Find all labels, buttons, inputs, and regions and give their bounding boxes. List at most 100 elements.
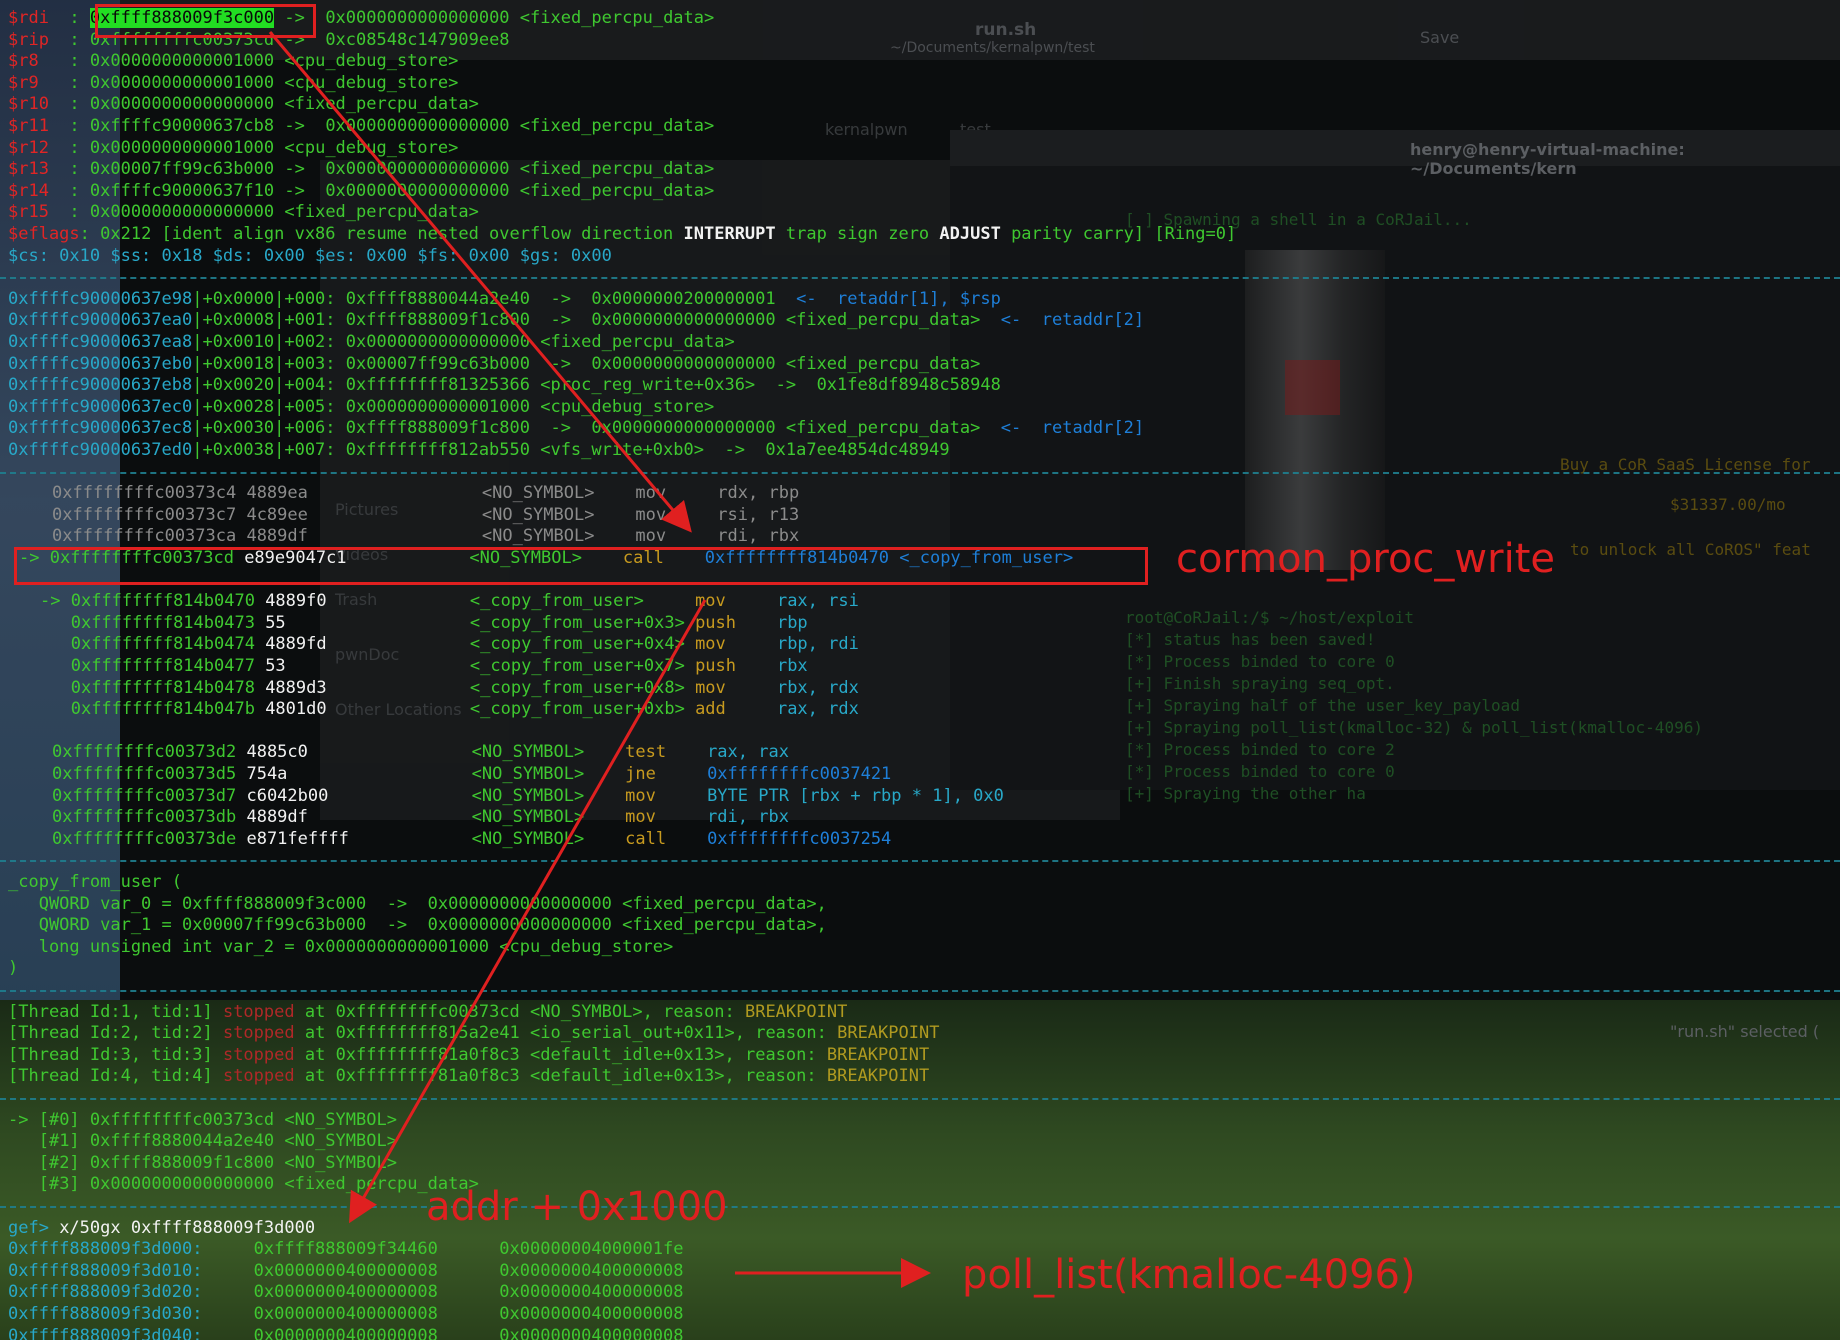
code-address: 0xffffffff814b0474	[70, 634, 266, 654]
register-value: 0xffffc90000637cb8	[89, 116, 275, 136]
thread-address: 0xffffffff81a0f8c3 <default_idle+0x13>	[335, 1045, 725, 1065]
stack-address: 0xffffc90000637eb8	[8, 375, 193, 395]
code-address: 0xffffffffc00373c4 4889ea	[52, 483, 482, 503]
stack-row: 0xffffc90000637eb8|+0x0020|+004: 0xfffff…	[8, 374, 1001, 396]
register-colon: :	[48, 51, 90, 71]
thread-state: stopped	[222, 1023, 295, 1043]
code-operands: rdi, rbx	[707, 807, 789, 827]
code-address: 0xffffffff814b0470	[70, 591, 266, 611]
thread-state: stopped	[222, 1002, 295, 1022]
function-arguments-row: _copy_from_user (	[8, 871, 182, 893]
frame-index: [#2]	[38, 1153, 80, 1173]
backtrace-row: [#2] 0xffff888009f1c800 <NO_SYMBOL>	[8, 1152, 397, 1174]
code-operands: 0xffffffffc0037254	[707, 829, 892, 849]
memory-address: 0xffff888009f3d030:	[8, 1304, 254, 1324]
memory-qword: 0x0000000400000008	[499, 1282, 684, 1302]
code-row-prior: 0xffffffffc00373c7 4c89ee <NO_SYMBOL> mo…	[52, 504, 799, 526]
memory-address: 0xffff888009f3d000:	[8, 1239, 254, 1259]
thread-reason: BREAKPOINT	[826, 1045, 930, 1065]
memory-qword: 0x0000000400000008	[499, 1326, 684, 1340]
code-operands: rsi, r13	[717, 505, 800, 525]
eflags-flags-mid: trap sign zero	[775, 224, 940, 244]
section-separator	[0, 990, 1840, 992]
register-value: 0xffffc90000637f10	[89, 181, 275, 201]
code-address: 0xffffffffc00373d2	[52, 742, 247, 762]
thread-state: stopped	[222, 1066, 295, 1086]
code-address: 0xffffffff814b0473	[70, 613, 266, 633]
thread-at: at	[294, 1023, 336, 1043]
thread-id: [Thread Id:2, tid:2]	[8, 1023, 213, 1043]
function-arguments-row: )	[8, 957, 18, 979]
rdi-highlight-box	[95, 4, 316, 38]
eflags-interrupt: INTERRUPT	[683, 224, 776, 244]
code-row-following: 0xffffffffc00373d7 c6042b00 <NO_SYMBOL> …	[52, 785, 1004, 807]
code-address: 0xffffffff814b0477	[70, 656, 266, 676]
stack-value: 0xffff888009f1c800 -> 0x0000000000000000…	[335, 418, 981, 438]
code-row-callee: 0xffffffff814b0477 53 <_copy_from_user+0…	[40, 655, 808, 677]
code-address: 0xffffffffc00373d7	[52, 786, 247, 806]
function-argument: long unsigned int var_2 = 0x000000000000…	[8, 937, 674, 957]
thread-row: [Thread Id:3, tid:3] stopped at 0xffffff…	[8, 1044, 929, 1066]
memory-address: 0xffff888009f3d020:	[8, 1282, 254, 1302]
frame-index: [#0]	[38, 1110, 80, 1130]
code-symbol: <_copy_from_user+0x4>	[469, 634, 696, 654]
code-symbol: <_copy_from_user+0x8>	[469, 678, 696, 698]
register-name: $r8	[8, 51, 49, 71]
stack-row: 0xffffc90000637ec8|+0x0030|+006: 0xffff8…	[8, 417, 1144, 439]
code-row-callee: 0xffffffff814b0474 4889fd <_copy_from_us…	[40, 633, 859, 655]
code-operands: rdx, rbp	[717, 483, 800, 503]
code-opcode: push	[695, 656, 777, 676]
code-bytes: c6042b00	[246, 786, 472, 806]
thread-reason: BREAKPOINT	[826, 1066, 930, 1086]
code-operands: rax, rax	[707, 742, 789, 762]
register-colon: :	[48, 202, 90, 222]
code-address: 0xffffffffc00373de	[52, 829, 247, 849]
stack-address: 0xffffc90000637ed0	[8, 440, 193, 460]
code-bytes: 4889df	[246, 807, 472, 827]
code-opcode: push	[695, 613, 777, 633]
register-colon: :	[48, 30, 90, 50]
stack-offset: |+0x0018|+003:	[192, 354, 336, 374]
code-address: 0xffffffff814b0478	[70, 678, 266, 698]
section-separator	[0, 1206, 1840, 1208]
code-opcode: mov	[635, 483, 718, 503]
stack-value: 0x0000000000001000 <cpu_debug_store>	[335, 397, 715, 417]
code-row-following: 0xffffffffc00373de e871feffff <NO_SYMBOL…	[52, 828, 891, 850]
register-colon: :	[48, 94, 90, 114]
eflags-adjust: ADJUST	[939, 224, 1001, 244]
register-row: $r15 : 0x0000000000000000 <fixed_percpu_…	[8, 201, 479, 223]
register-colon: :	[48, 159, 90, 179]
stack-row: 0xffffc90000637ea0|+0x0008|+001: 0xffff8…	[8, 309, 1144, 331]
thread-row: [Thread Id:1, tid:1] stopped at 0xffffff…	[8, 1001, 847, 1023]
code-opcode: mov	[625, 807, 708, 827]
code-operands: rax, rdx	[776, 699, 859, 719]
register-value: 0x0000000000001000	[89, 73, 275, 93]
annotation-addr-plus-0x1000: addr + 0x1000	[426, 1184, 728, 1230]
annotation-cormon-proc-write: cormon_proc_write	[1176, 536, 1555, 582]
code-address: 0xffffffffc00373ca 4889df	[52, 526, 482, 546]
backtrace-row: [#1] 0xffff8880044a2e40 <NO_SYMBOL>	[8, 1130, 397, 1152]
memory-address: 0xffff888009f3d040:	[8, 1326, 254, 1340]
stack-value: 0xffff8880044a2e40 -> 0x0000000200000001	[335, 289, 776, 309]
eflags-ring: parity carry] [Ring=0]	[1000, 224, 1237, 244]
stack-row: 0xffffc90000637e98|+0x0000|+000: 0xffff8…	[8, 288, 1001, 310]
callee-arrow	[40, 656, 71, 676]
stack-offset: |+0x0000|+000:	[192, 289, 336, 309]
code-bytes: 754a	[246, 764, 472, 784]
backtrace-row: [#3] 0x0000000000000000 <fixed_percpu_da…	[8, 1173, 479, 1195]
thread-address: 0xffffffff815a2e41 <io_serial_out+0x11>	[335, 1023, 735, 1043]
code-symbol: <NO_SYMBOL>	[481, 483, 636, 503]
code-symbol: <_copy_from_user>	[469, 591, 696, 611]
memory-qword: 0xffff888009f34460	[253, 1239, 500, 1259]
register-name: $r14	[8, 181, 49, 201]
stack-address: 0xffffc90000637ec8	[8, 418, 193, 438]
register-value: 0x0000000000000000	[89, 94, 275, 114]
code-address: 0xffffffffc00373d5	[52, 764, 247, 784]
thread-at: at	[294, 1045, 336, 1065]
memory-dump-row: 0xffff888009f3d040: 0x0000000400000008 0…	[8, 1325, 684, 1340]
register-value: 0x0000000000001000	[89, 51, 275, 71]
thread-address: 0xffffffffc00373cd <NO_SYMBOL>	[335, 1002, 643, 1022]
thread-reason: BREAKPOINT	[744, 1002, 848, 1022]
callee-arrow: ->	[40, 591, 71, 611]
